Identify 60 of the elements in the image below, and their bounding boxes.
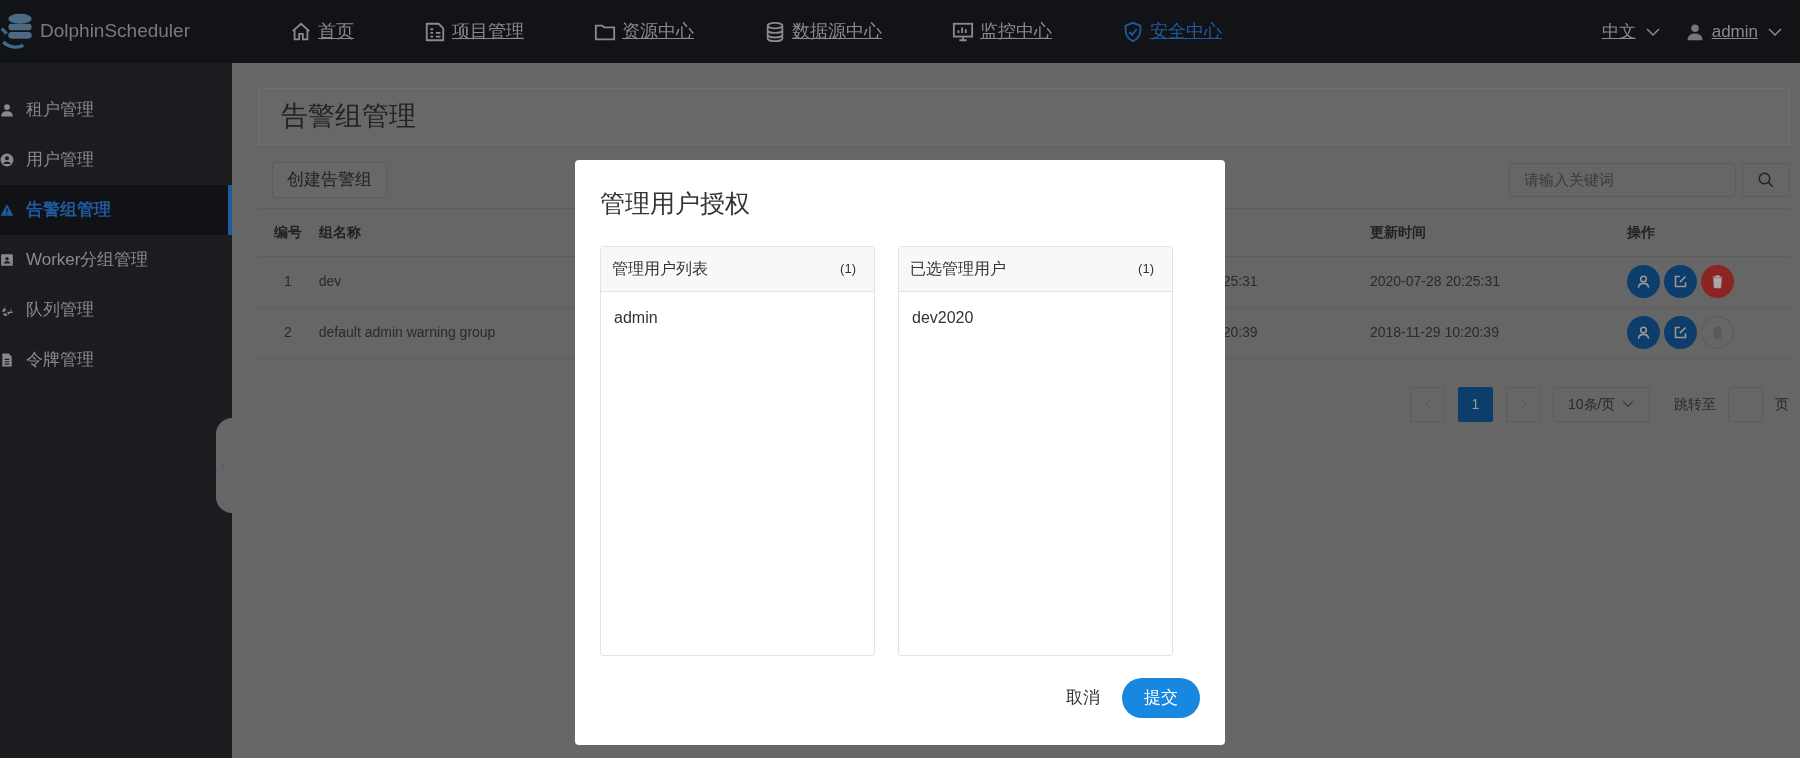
- warning-icon: [0, 203, 14, 217]
- sidebar-item[interactable]: Worker分组管理: [0, 235, 232, 285]
- table-cell: 2: [283, 324, 292, 340]
- column-header: 操作: [1626, 223, 1655, 240]
- dialog-title: 管理用户授权: [600, 188, 751, 218]
- person-icon: [1635, 325, 1651, 340]
- search-button[interactable]: [1742, 162, 1790, 197]
- nav-tab[interactable]: 监控中心: [952, 18, 1052, 45]
- nav-tab[interactable]: 项目管理: [424, 18, 524, 45]
- table-cell: default admin warning group: [318, 324, 496, 340]
- nav-tab[interactable]: 首页: [290, 18, 354, 45]
- cancel-button[interactable]: 取消: [1060, 684, 1106, 712]
- table-cell: dev: [318, 273, 342, 289]
- edit-button[interactable]: [1663, 265, 1697, 298]
- collapse-handle[interactable]: [216, 418, 232, 513]
- assign-user-button[interactable]: [1626, 265, 1660, 298]
- page-unit-label: 页: [1775, 394, 1790, 414]
- nav-tab[interactable]: 数据源中心: [764, 18, 882, 45]
- sidebar-item[interactable]: 告警组管理: [0, 185, 232, 235]
- table-cell: 2020-07-28 20:25:31: [1369, 273, 1500, 289]
- nav-tab[interactable]: 资源中心: [594, 18, 694, 45]
- user-icon: [1685, 22, 1704, 41]
- nav-tab[interactable]: 安全中心: [1122, 18, 1222, 45]
- document-list-icon: [424, 20, 446, 43]
- person-icon: [1635, 274, 1651, 289]
- submit-button[interactable]: 提交: [1122, 678, 1200, 718]
- user-item[interactable]: admin: [614, 309, 658, 326]
- item-count: (1): [1138, 260, 1154, 279]
- person-icon: [0, 103, 14, 117]
- delete-button[interactable]: [1700, 265, 1734, 298]
- shield-icon: [1122, 20, 1144, 43]
- sidebar-item[interactable]: 队列管理: [0, 285, 232, 335]
- sidebar-item[interactable]: 用户管理: [0, 135, 232, 185]
- home-icon: [290, 20, 312, 43]
- create-alert-group-button[interactable]: 创建告警组: [272, 162, 387, 198]
- recycle-icon: [0, 303, 14, 317]
- user-item[interactable]: dev2020: [912, 309, 974, 326]
- page-title: 告警组管理: [258, 88, 1790, 145]
- logo-text: DolphinScheduler: [40, 19, 190, 44]
- sidebar-item[interactable]: 租户管理: [0, 85, 232, 135]
- column-header: 组名称: [318, 223, 361, 240]
- edit-icon: [1672, 274, 1688, 289]
- column-header: 更新时间: [1369, 223, 1426, 240]
- panel-title: 已选管理用户: [910, 259, 1006, 279]
- sidebar-item[interactable]: 令牌管理: [0, 335, 232, 385]
- search-icon: [1757, 170, 1775, 189]
- table-cell: 1: [283, 273, 292, 289]
- language-dropdown[interactable]: 中文: [1601, 18, 1662, 45]
- user-menu[interactable]: admin: [1685, 18, 1784, 45]
- monitor-icon: [952, 20, 974, 43]
- item-count: (1): [840, 260, 856, 279]
- column-header: 编号: [273, 223, 302, 240]
- panel-title: 管理用户列表: [612, 259, 708, 279]
- table-cell: 2018-11-29 10:20:39: [1369, 324, 1499, 340]
- database-icon: [764, 20, 786, 43]
- edit-button[interactable]: [1663, 316, 1697, 349]
- assign-user-button[interactable]: [1626, 316, 1660, 349]
- edit-icon: [1672, 325, 1688, 340]
- jump-label: 跳转至: [1674, 394, 1717, 414]
- page-button[interactable]: 1: [1458, 386, 1493, 422]
